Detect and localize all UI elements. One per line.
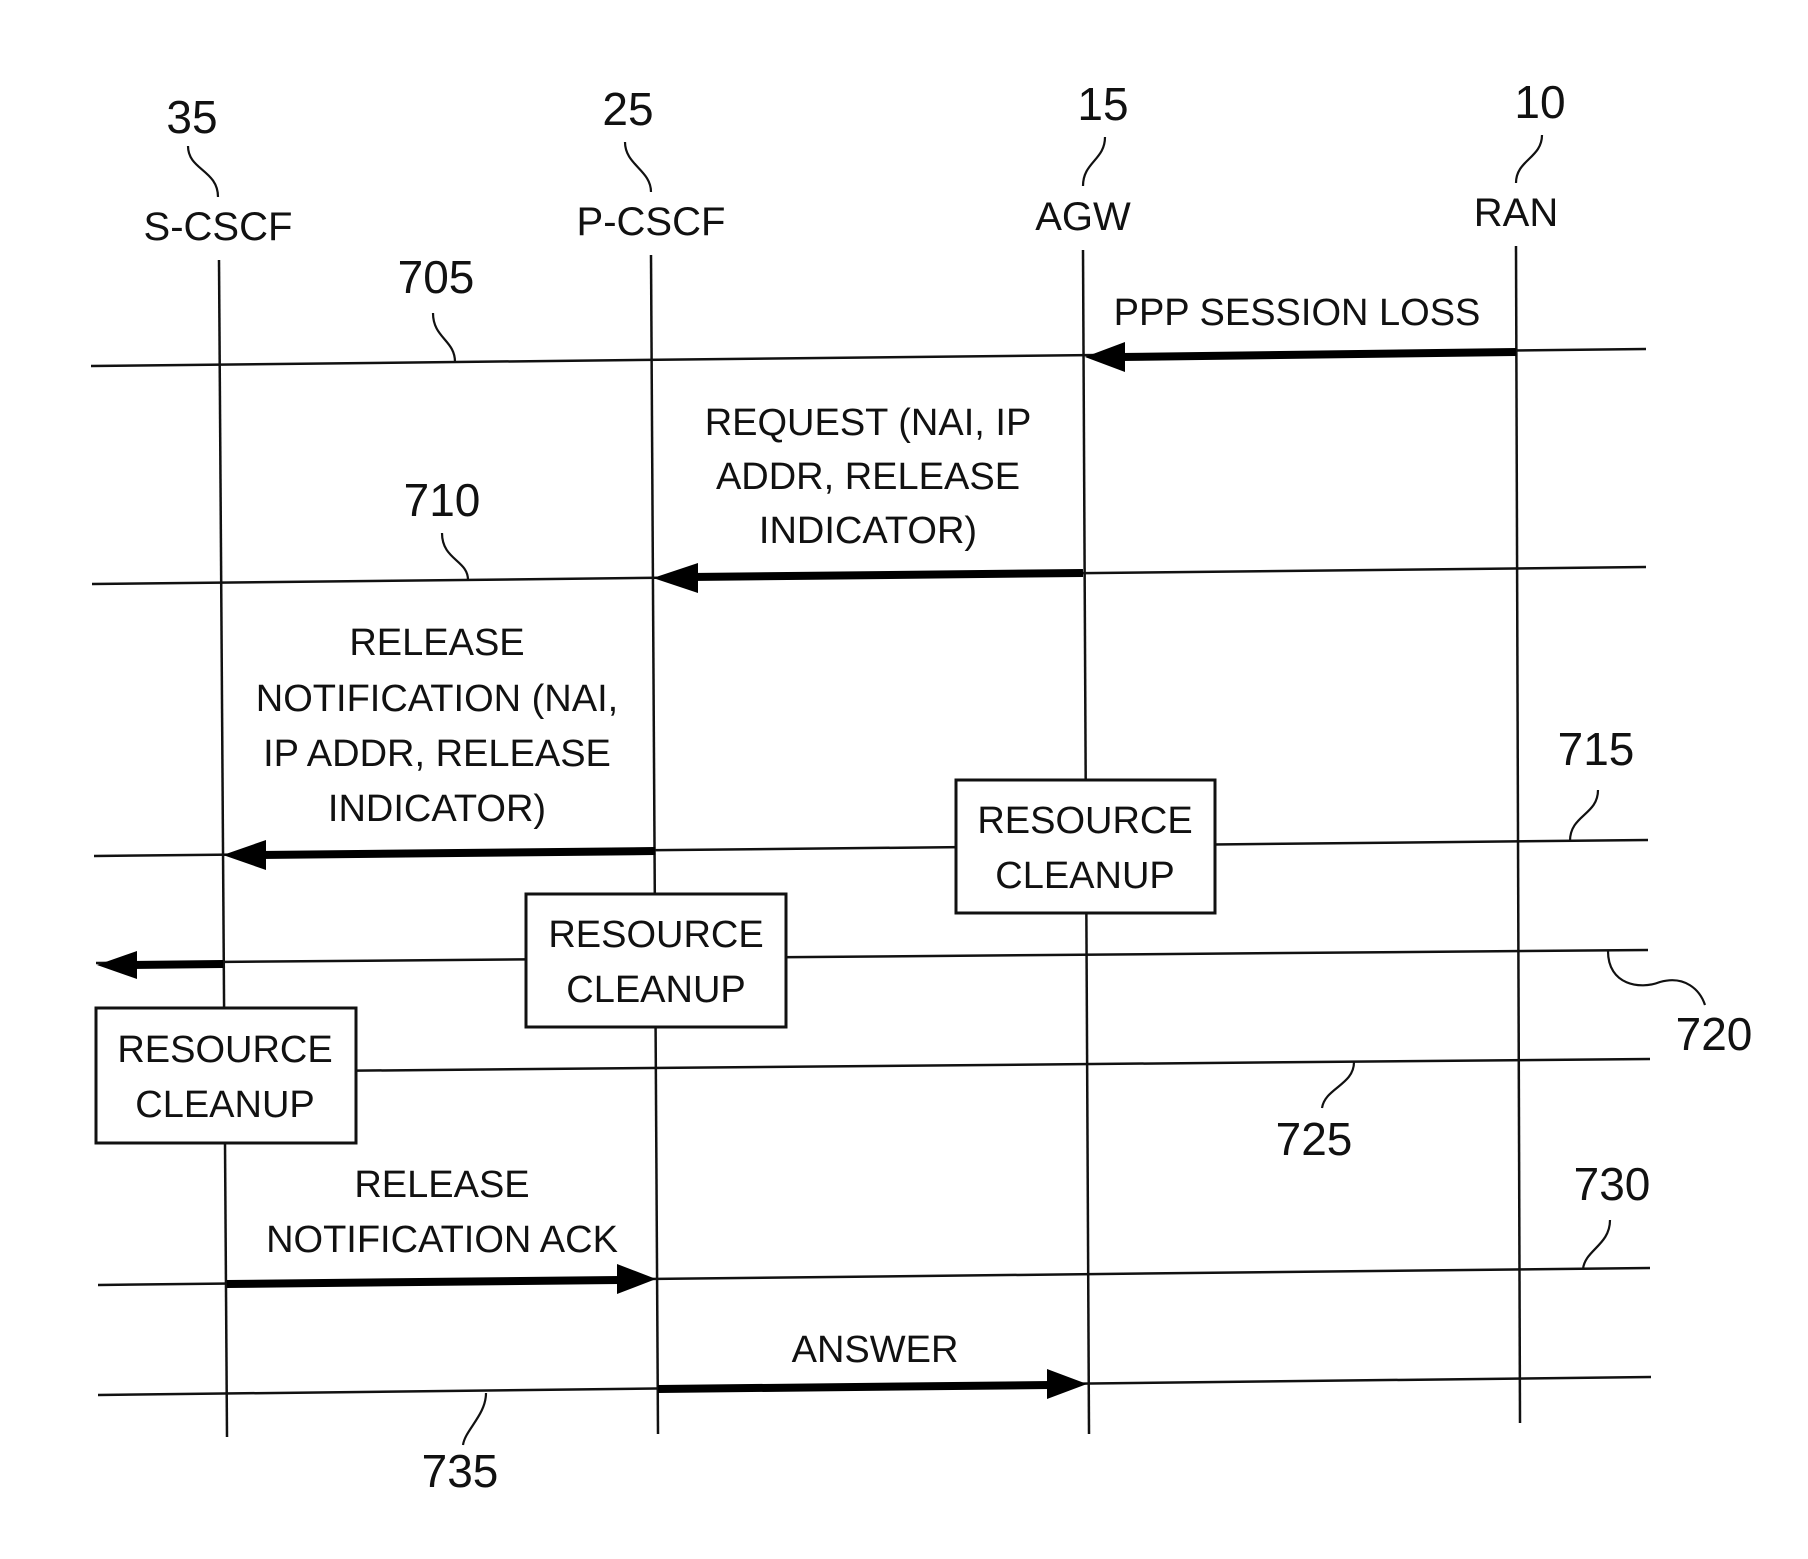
arrow-release-notification (259, 847, 656, 859)
arrowhead-left-icon (97, 951, 137, 979)
arrow-request (689, 569, 1084, 581)
leader-line-s-cscf (186, 145, 220, 198)
message-release-ack-line-2: NOTIFICATION ACK (266, 1219, 618, 1261)
message-release-notification-line-1: RELEASE (349, 622, 524, 664)
lifeline-ran (1514, 245, 1522, 1424)
step-ref-730: 730 (1574, 1158, 1651, 1210)
resource-cleanup-s-cscf-line-2: CLEANUP (135, 1084, 315, 1126)
lifeline-s-cscf (217, 259, 229, 1438)
ref-number-p-cscf: 25 (602, 83, 653, 135)
step-ref-720: 720 (1676, 1008, 1753, 1060)
leader-line-p-cscf (623, 141, 653, 193)
entity-label-ran: RAN (1474, 191, 1558, 235)
message-request-line-3: INDICATOR) (759, 510, 977, 552)
arrow-ppp-session-loss (1119, 348, 1517, 361)
entity-label-p-cscf: P-CSCF (577, 200, 726, 244)
resource-cleanup-box-p-cscf: RESOURCE CLEANUP (524, 892, 788, 1029)
arrow-answer (657, 1381, 1051, 1393)
leader-line-720 (1606, 950, 1707, 1006)
leader-line-710 (440, 532, 470, 581)
step-ref-710: 710 (404, 474, 481, 526)
leader-line-730 (1581, 1219, 1612, 1270)
arrow-release-notification-ack (226, 1276, 621, 1288)
ref-number-agw: 15 (1077, 78, 1128, 130)
step-ref-725: 725 (1276, 1113, 1353, 1165)
leader-line-ran (1514, 134, 1544, 184)
message-answer: ANSWER (792, 1329, 959, 1371)
leader-line-725 (1320, 1061, 1356, 1109)
lifeline-p-cscf (649, 254, 660, 1435)
ref-number-ran: 10 (1514, 76, 1565, 128)
message-release-ack-line-1: RELEASE (354, 1164, 529, 1206)
leader-line-715 (1568, 789, 1600, 842)
message-release-notification-line-3: IP ADDR, RELEASE (263, 733, 611, 775)
resource-cleanup-s-cscf-line-1: RESOURCE (117, 1029, 332, 1071)
step-line-720 (95, 948, 1649, 965)
resource-cleanup-p-cscf-line-2: CLEANUP (566, 969, 746, 1011)
resource-cleanup-p-cscf-line-1: RESOURCE (548, 914, 763, 956)
step-ref-715: 715 (1558, 723, 1635, 775)
arrowhead-left-icon (1085, 342, 1125, 372)
arrowhead-left-icon (223, 840, 266, 870)
arrowhead-right-icon (617, 1264, 656, 1294)
message-request-line-1: REQUEST (NAI, IP (705, 402, 1032, 444)
message-release-notification-line-4: INDICATOR) (328, 788, 546, 830)
resource-cleanup-box-agw: RESOURCE CLEANUP (954, 778, 1217, 915)
leader-line-agw (1081, 136, 1107, 187)
entity-label-agw: AGW (1035, 195, 1131, 239)
leader-line-735 (461, 1392, 488, 1446)
ref-number-s-cscf: 35 (166, 91, 217, 143)
step-ref-705: 705 (398, 251, 475, 303)
sequence-diagram: 35 25 15 10 S-CSCF P-CSCF AGW RAN 705 71… (90, 76, 1753, 1497)
arrowhead-left-icon (653, 563, 698, 593)
arrowhead-right-icon (1047, 1369, 1087, 1399)
resource-cleanup-agw-line-2: CLEANUP (995, 855, 1175, 897)
message-request-line-2: ADDR, RELEASE (716, 456, 1020, 498)
entity-label-s-cscf: S-CSCF (144, 205, 293, 249)
message-release-notification-line-2: NOTIFICATION (NAI, (256, 678, 618, 720)
leader-line-705 (431, 312, 457, 363)
message-ppp-session-loss: PPP SESSION LOSS (1114, 292, 1481, 334)
step-ref-735: 735 (422, 1445, 499, 1497)
arrow-external-left (129, 960, 224, 969)
resource-cleanup-box-s-cscf: RESOURCE CLEANUP (94, 1006, 358, 1145)
resource-cleanup-agw-line-1: RESOURCE (977, 800, 1192, 842)
